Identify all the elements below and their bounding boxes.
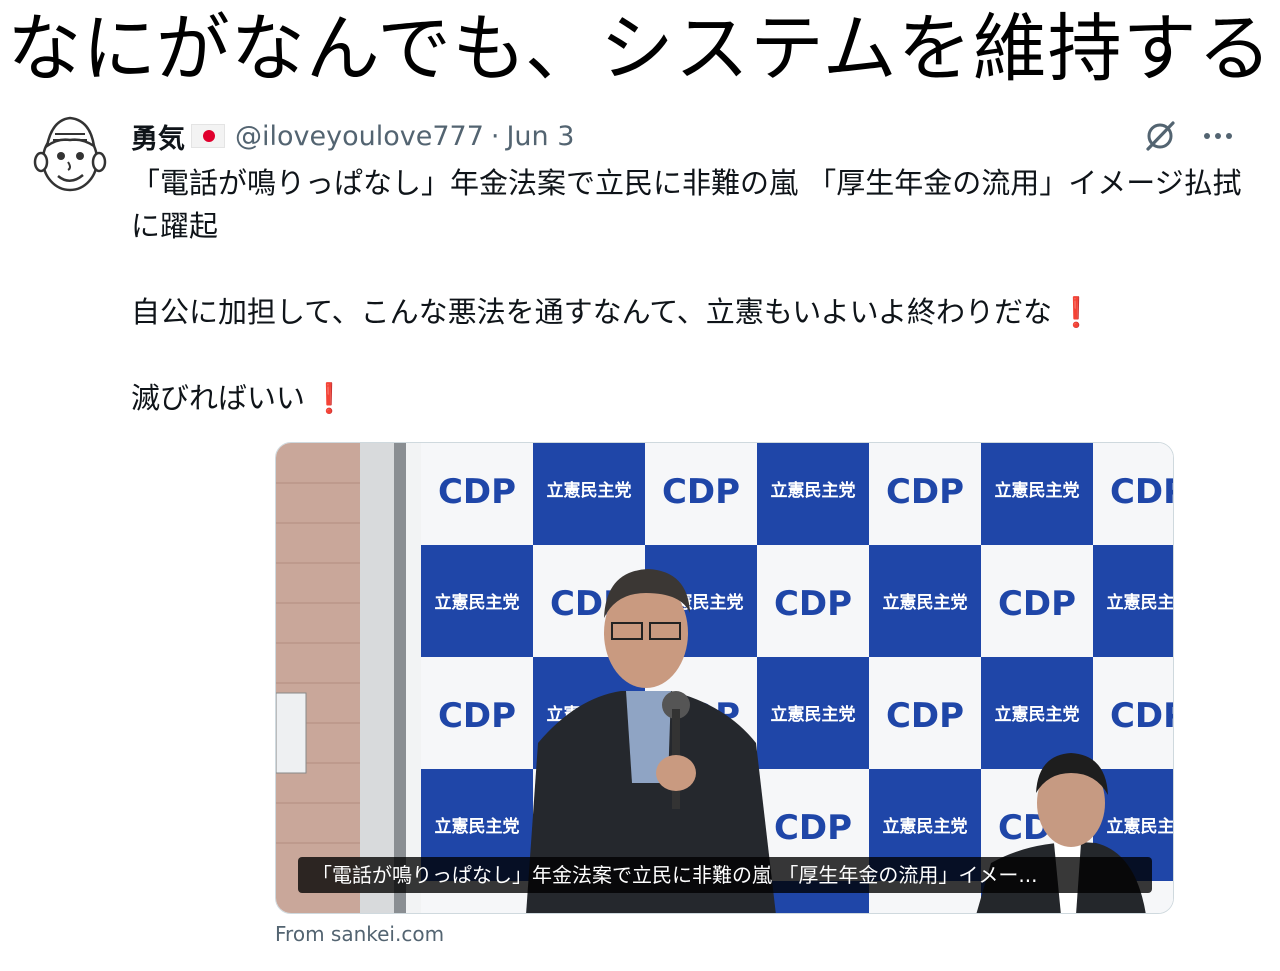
tweet-text: 「電話が鳴りっぱなし」年金法案で立民に非難の嵐 「厚生年金の流用」イメージ払拭に… — [131, 162, 1251, 420]
tweet-header: 勇気 @iloveyoulove777 · Jun 3 — [131, 116, 574, 156]
party-name-mark: 立憲民主党 — [883, 816, 968, 837]
tweet-text-line: 「電話が鳴りっぱなし」年金法案で立民に非難の嵐 「厚生年金の流用」イメージ払拭に… — [131, 166, 1242, 243]
more-options-icon[interactable] — [1196, 116, 1240, 156]
cdp-logo-mark: CDP — [886, 696, 964, 736]
tweet-date[interactable]: Jun 3 — [506, 121, 574, 152]
link-card[interactable]: CDP 立憲民主党 CDP 立憲民主党 CDP 立憲民主党 CDP 立憲民主党 CDP 立憲民主党… — [275, 442, 1174, 914]
tweet-text-segment: 滅びればいい — [131, 381, 306, 415]
avatar[interactable] — [30, 112, 110, 196]
cdp-logo-mark: CDP — [886, 472, 964, 512]
cdp-logo-mark: CDP — [774, 584, 852, 624]
tweet-text-segment: 自公に加担して、こんな悪法を通すなんて、立憲もいよいよ終わりだな — [131, 295, 1053, 329]
cdp-logo-mark: CDP — [662, 472, 740, 512]
card-title: 「電話が鳴りっぱなし」年金法案で立民に非難の嵐 「厚生年金の流用」イメー... — [298, 857, 1152, 893]
dot — [1204, 133, 1210, 139]
party-name-mark: 立憲民主党 — [883, 592, 968, 613]
japan-flag-icon — [191, 124, 225, 148]
cdp-logo-mark: CDP — [438, 696, 516, 736]
party-name-mark: 立憲民主党 — [995, 704, 1080, 725]
dot — [1215, 133, 1221, 139]
user-handle[interactable]: @iloveyoulove777 — [235, 121, 484, 152]
dot — [1226, 133, 1232, 139]
exclamation-icon: ❗ — [311, 381, 348, 415]
party-name-mark: 立憲民主党 — [771, 480, 856, 501]
banner-title: なにがなんでも、システムを維持する — [7, 6, 1273, 92]
cdp-logo-mark: CDP — [438, 472, 516, 512]
party-name-mark: 立憲民主党 — [547, 480, 632, 501]
cdp-logo-mark: CDP — [998, 584, 1076, 624]
tweet-text-line: 自公に加担して、こんな悪法を通すなんて、立憲もいよいよ終わりだな ❗ — [131, 291, 1251, 334]
card-photo: CDP 立憲民主党 CDP 立憲民主党 CDP 立憲民主党 CDP 立憲民主党 CDP 立憲民主党… — [276, 443, 1175, 913]
card-source[interactable]: From sankei.com — [275, 922, 444, 946]
party-name-mark: 立憲民主党 — [995, 480, 1080, 501]
party-name-mark: 立憲民主党 — [1107, 592, 1175, 613]
tweet-text-line: 滅びればいい ❗ — [131, 377, 1251, 420]
cdp-logo-mark: CDP — [774, 808, 852, 848]
party-name-mark: 立憲民主党 — [1107, 816, 1175, 837]
separator: · — [490, 120, 500, 152]
party-name-mark: 立憲民主党 — [435, 592, 520, 613]
cdp-logo-mark: CDP — [1110, 696, 1174, 736]
exclamation-icon: ❗ — [1058, 295, 1095, 329]
party-name-mark: 立憲民主党 — [435, 816, 520, 837]
grok-icon[interactable] — [1140, 116, 1180, 156]
display-name[interactable]: 勇気 — [131, 117, 185, 156]
cdp-logo-mark: CDP — [1110, 472, 1174, 512]
cartoon-face-avatar-icon — [33, 116, 107, 192]
party-name-mark: 立憲民主党 — [771, 704, 856, 725]
